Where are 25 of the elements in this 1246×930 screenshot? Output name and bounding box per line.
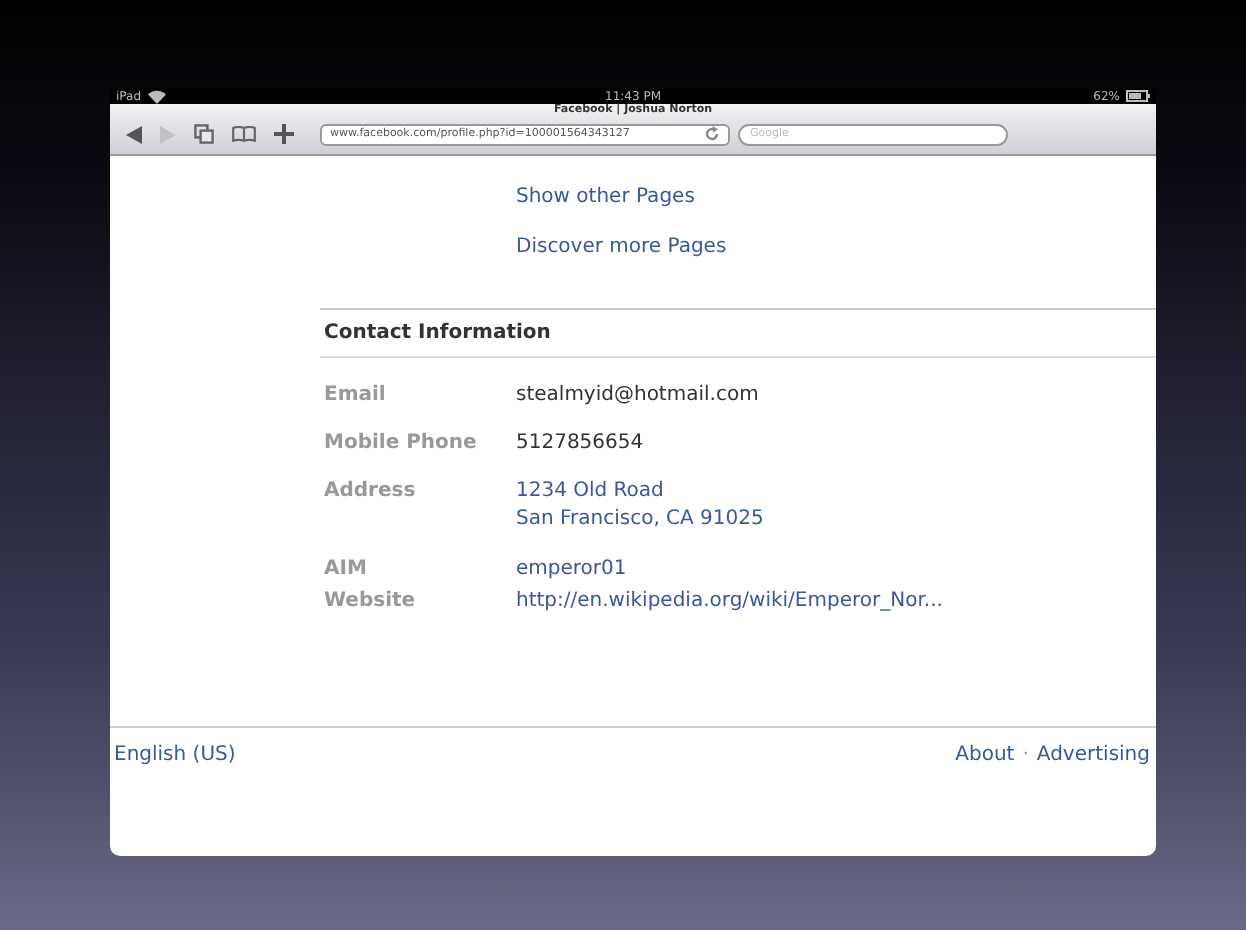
pages-icon[interactable] bbox=[194, 124, 214, 144]
field-label: Website bbox=[322, 590, 418, 612]
footer-link[interactable]: About bbox=[955, 744, 1015, 766]
language-link[interactable]: English (US) bbox=[114, 744, 236, 766]
field-label: Mobile Phone bbox=[322, 432, 479, 454]
reload-icon[interactable] bbox=[704, 126, 720, 142]
section-heading: Contact Information bbox=[320, 310, 1156, 358]
page-link[interactable]: Discover more Pages bbox=[516, 236, 1156, 258]
contact-link[interactable]: emperor01 bbox=[516, 558, 627, 580]
footer-link[interactable]: Advertising bbox=[1036, 744, 1150, 766]
field-value: stealmyid@hotmail.com bbox=[516, 384, 759, 406]
battery-icon bbox=[1126, 90, 1150, 102]
contact-link[interactable]: 1234 Old Road bbox=[516, 480, 764, 502]
back-button[interactable] bbox=[126, 125, 142, 143]
page-link[interactable]: Show other Pages bbox=[516, 186, 1156, 208]
contact-link[interactable]: San Francisco, CA 91025 bbox=[516, 508, 764, 530]
field-label: AIM bbox=[322, 558, 369, 580]
field-value: 5127856654 bbox=[516, 432, 644, 454]
field-label: Email bbox=[322, 384, 388, 406]
bookmarks-icon[interactable] bbox=[232, 126, 256, 142]
separator-dot: · bbox=[1022, 744, 1029, 766]
wifi-icon bbox=[147, 89, 166, 103]
add-icon[interactable] bbox=[274, 124, 294, 144]
contact-link[interactable]: http://en.wikipedia.org/wiki/Emperor_Nor... bbox=[516, 590, 943, 612]
field-label: Address bbox=[322, 480, 418, 506]
